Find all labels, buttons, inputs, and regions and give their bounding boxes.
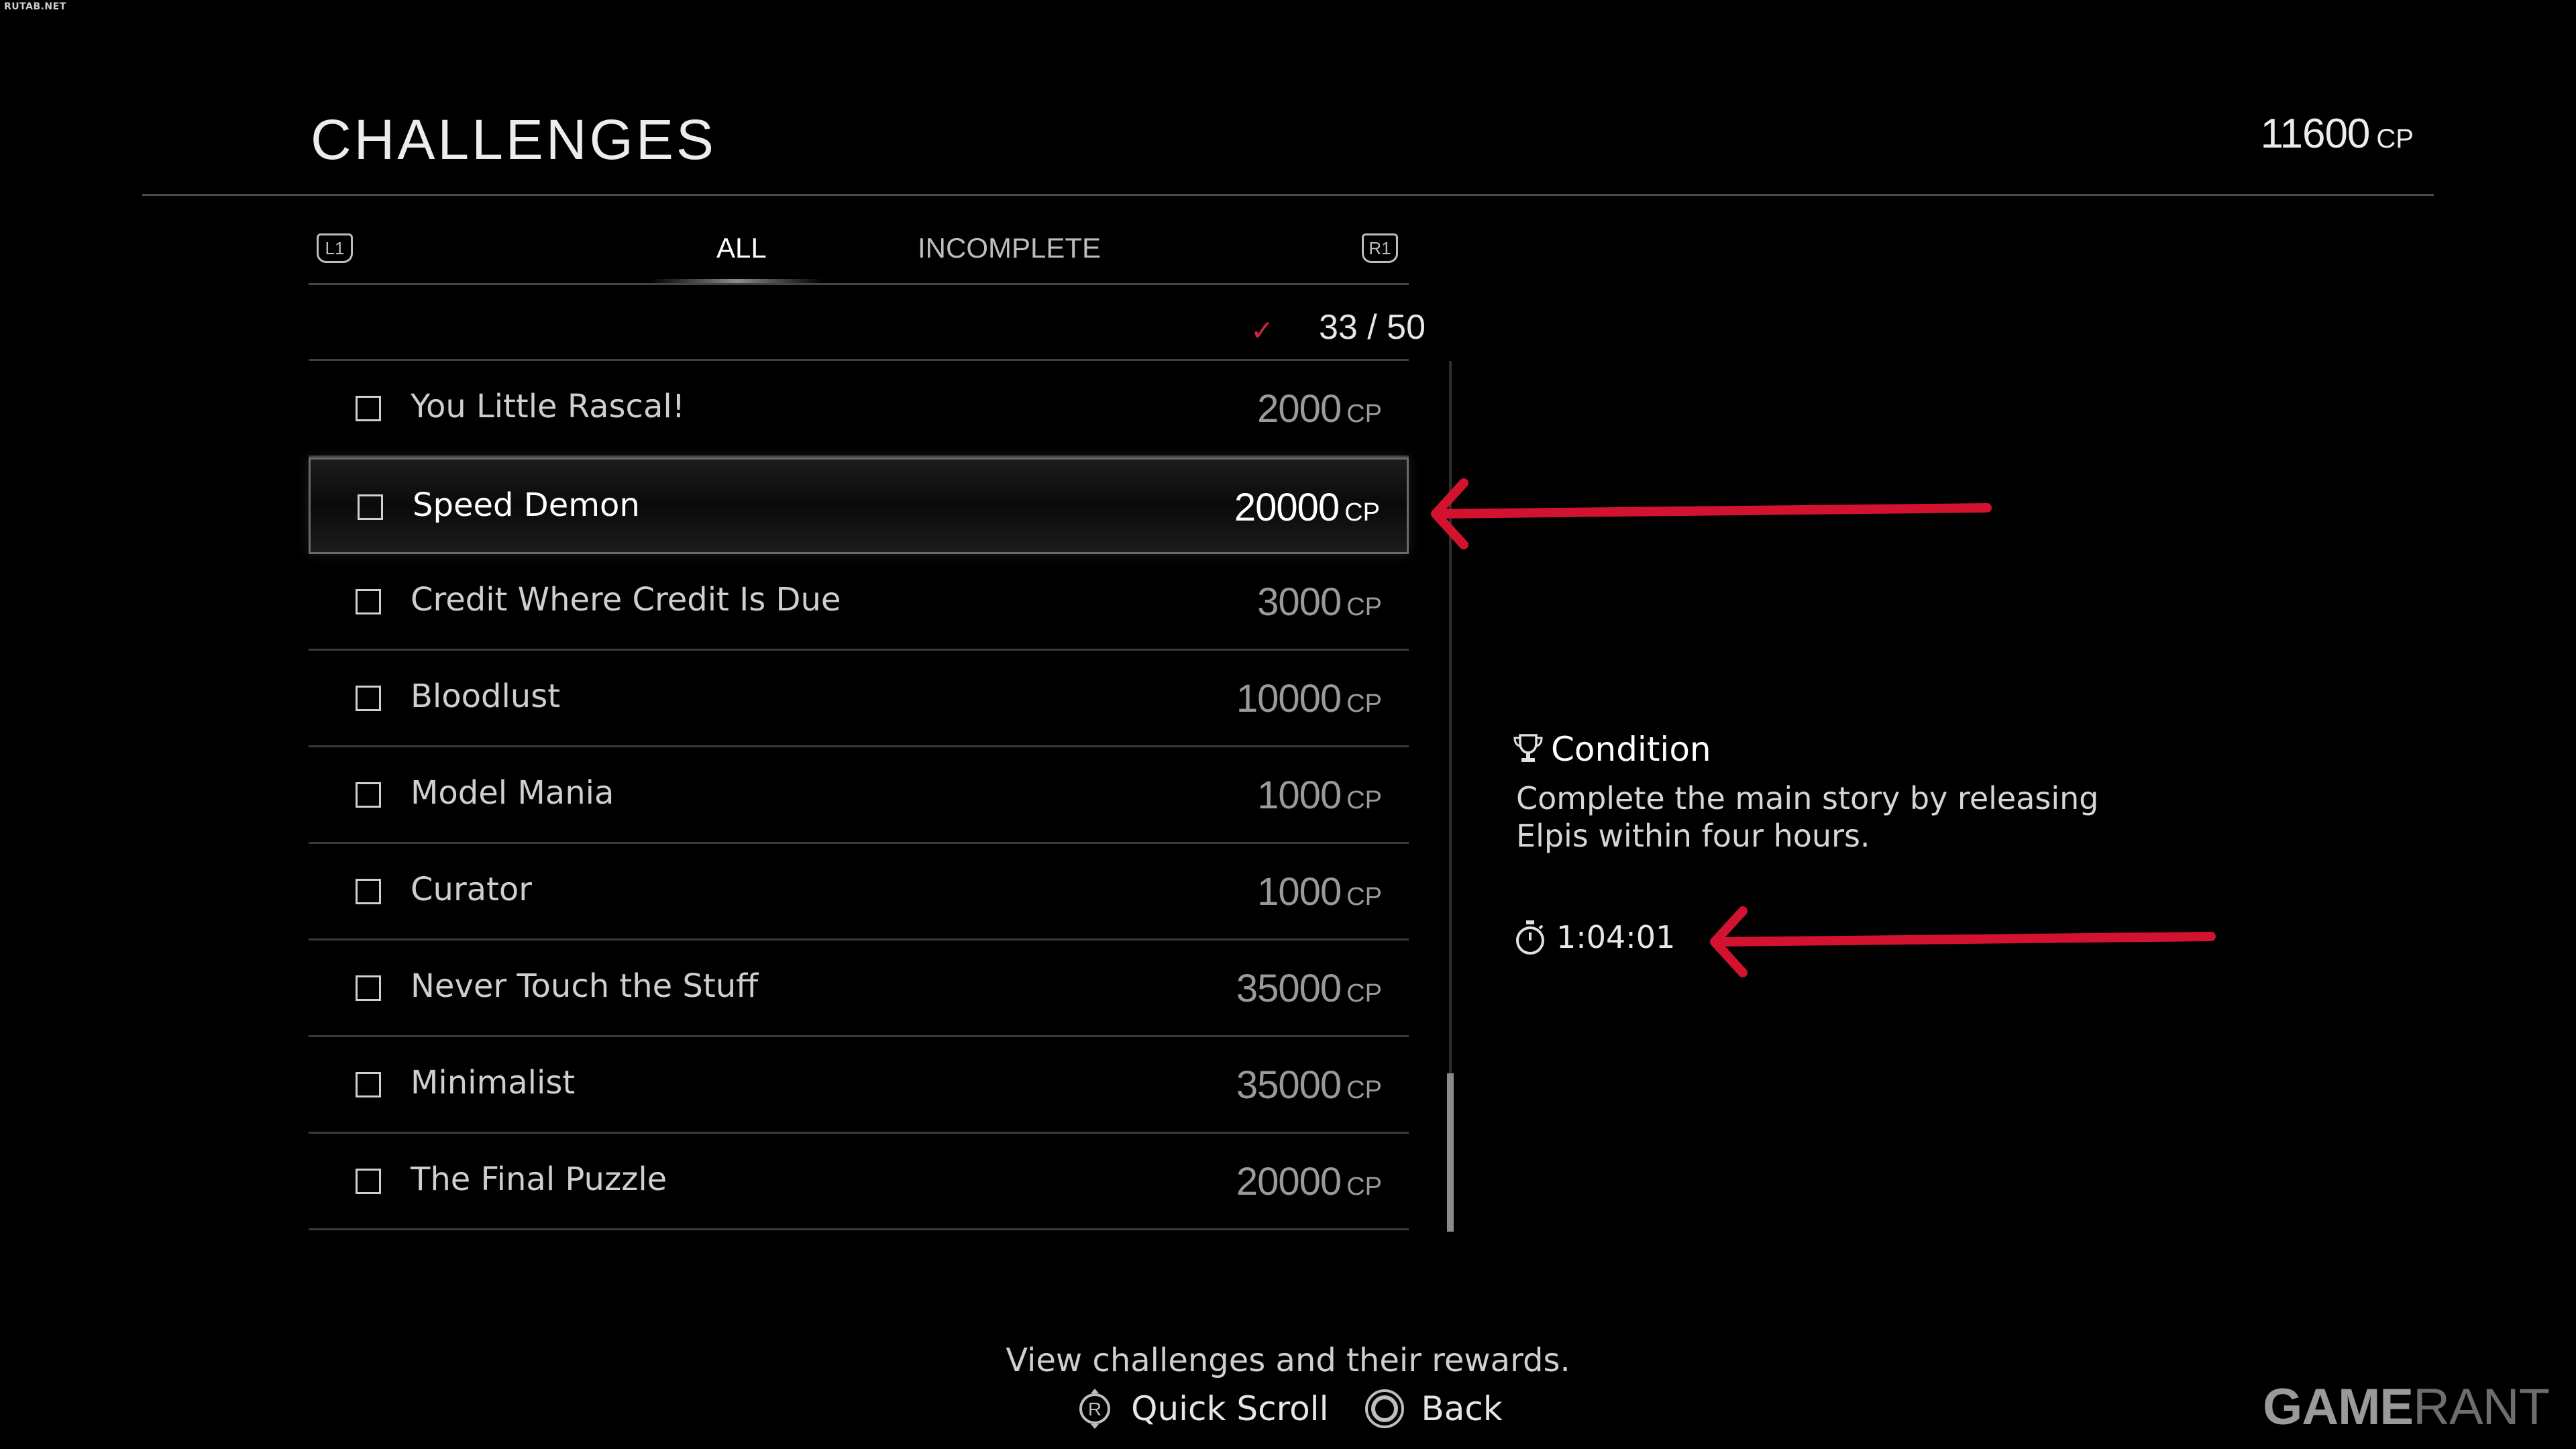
challenge-checkbox (356, 975, 381, 1001)
challenge-timer: 1:04:01 (1556, 919, 1676, 955)
reward-unit: CP (1346, 593, 1382, 621)
challenge-reward: 10000 CP (1236, 676, 1382, 721)
reward-unit: CP (1346, 979, 1382, 1008)
svg-text:R: R (1088, 1399, 1102, 1419)
condition-line-1: Complete the main story by releasing (1516, 780, 2099, 816)
challenge-checkbox (356, 686, 381, 711)
footer-controls: R Quick Scroll Back (0, 1387, 2576, 1430)
page-title: CHALLENGES (311, 108, 716, 171)
challenge-checkbox (356, 879, 381, 904)
tab-all[interactable]: ALL (716, 232, 767, 264)
checkmark-icon: ✓ (1250, 314, 1275, 347)
challenge-checkbox (356, 1169, 381, 1194)
challenge-reward: 2000 CP (1257, 386, 1382, 431)
challenge-row[interactable]: Speed Demon 20000 CP (309, 458, 1409, 554)
reward-value: 35000 (1236, 967, 1342, 1010)
challenge-reward: 1000 CP (1257, 869, 1382, 914)
reward-unit: CP (1346, 690, 1382, 718)
challenge-reward: 3000 CP (1257, 580, 1382, 625)
challenge-reward: 1000 CP (1257, 773, 1382, 818)
challenge-name: Credit Where Credit Is Due (411, 581, 841, 619)
challenge-checkbox (358, 494, 383, 520)
cp-balance: 11600 CP (2261, 110, 2414, 158)
challenge-name: Model Mania (411, 774, 614, 812)
tab-incomplete[interactable]: INCOMPLETE (918, 232, 1101, 264)
l1-button-icon[interactable]: L1 (317, 233, 353, 263)
reward-value: 2000 (1257, 387, 1342, 431)
arrow-to-speed-demon (1431, 478, 1992, 549)
cp-balance-value: 11600 (2260, 111, 2371, 157)
reward-value: 1000 (1257, 773, 1342, 817)
scrollbar-thumb[interactable] (1447, 1073, 1454, 1232)
challenge-row[interactable]: The Final Puzzle 20000 CP (309, 1134, 1409, 1230)
logo-part-game: GAME (2263, 1379, 2414, 1436)
challenge-row[interactable]: Minimalist 35000 CP (309, 1037, 1409, 1134)
reward-unit: CP (1346, 883, 1382, 911)
challenge-reward: 20000 CP (1234, 485, 1380, 530)
challenge-row[interactable]: Bloodlust 10000 CP (309, 651, 1409, 747)
condition-line-2: Elpis within four hours. (1516, 818, 1870, 854)
back-label: Back (1421, 1389, 1503, 1428)
corner-watermark: RUTAB.NET (4, 1, 66, 12)
right-stick-icon: R (1079, 1389, 1111, 1429)
trophy-icon (1513, 734, 1543, 762)
challenge-row[interactable]: Credit Where Credit Is Due 3000 CP (309, 554, 1409, 651)
reward-value: 1000 (1257, 870, 1342, 914)
r1-button-icon[interactable]: R1 (1362, 233, 1398, 263)
back-control[interactable]: Back (1363, 1387, 1503, 1430)
reward-unit: CP (1346, 400, 1382, 428)
reward-value: 20000 (1234, 486, 1340, 529)
challenge-reward: 20000 CP (1236, 1159, 1382, 1204)
challenge-name: You Little Rascal! (411, 388, 685, 425)
challenge-name: Speed Demon (413, 486, 640, 524)
condition-description: Complete the main story by releasing Elp… (1516, 780, 2187, 855)
challenge-row[interactable]: Model Mania 1000 CP (309, 747, 1409, 844)
challenge-name: Curator (411, 871, 533, 908)
challenge-checkbox (356, 1072, 381, 1097)
challenge-reward: 35000 CP (1236, 1063, 1382, 1108)
reward-unit: CP (1346, 786, 1382, 814)
challenge-row[interactable]: Curator 1000 CP (309, 844, 1409, 941)
challenge-name: Never Touch the Stuff (411, 967, 759, 1005)
challenge-reward: 35000 CP (1236, 966, 1382, 1011)
challenge-name: Minimalist (411, 1064, 576, 1102)
reward-unit: CP (1344, 498, 1380, 527)
condition-heading: Condition (1551, 730, 1711, 769)
cp-balance-unit: CP (2376, 124, 2414, 154)
reward-value: 20000 (1236, 1160, 1342, 1203)
circle-button-icon (1365, 1389, 1405, 1428)
challenge-checkbox (356, 589, 381, 614)
challenge-checkbox (356, 396, 381, 421)
gamerant-logo: GAME RANT (2263, 1378, 2550, 1436)
challenge-row[interactable]: You Little Rascal! 2000 CP (309, 361, 1409, 458)
header-divider (142, 194, 2434, 196)
challenge-checkbox (356, 782, 381, 808)
logo-part-rant: RANT (2413, 1379, 2550, 1436)
reward-value: 10000 (1236, 677, 1342, 720)
footer-hint: View challenges and their rewards. (1006, 1342, 1570, 1379)
challenge-list: You Little Rascal! 2000 CP Speed Demon 20000… (309, 361, 1409, 1230)
arrow-to-timer (1710, 906, 2216, 977)
quick-scroll-control[interactable]: R Quick Scroll (1073, 1387, 1328, 1430)
quick-scroll-label: Quick Scroll (1131, 1389, 1329, 1428)
challenge-name: The Final Puzzle (411, 1161, 667, 1198)
reward-unit: CP (1346, 1173, 1382, 1201)
reward-value: 35000 (1236, 1063, 1342, 1107)
tabs-divider (309, 283, 1409, 285)
challenge-name: Bloodlust (411, 678, 561, 715)
reward-value: 3000 (1257, 580, 1342, 624)
stopwatch-icon (1516, 920, 1544, 955)
challenge-row[interactable]: Never Touch the Stuff 35000 CP (309, 941, 1409, 1037)
completion-counter: 33 / 50 (1319, 308, 1426, 347)
reward-unit: CP (1346, 1076, 1382, 1104)
